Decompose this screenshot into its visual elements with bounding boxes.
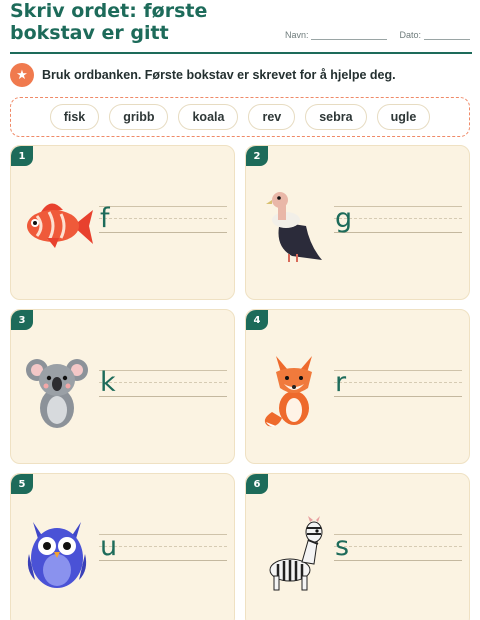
given-letter: g (335, 203, 353, 234)
writing-lines[interactable]: u (99, 531, 227, 564)
card-number-badge: 6 (246, 474, 268, 494)
word-chip[interactable]: rev (248, 104, 296, 130)
given-letter: r (335, 367, 347, 398)
given-letter: s (335, 531, 350, 562)
word-chip[interactable]: gribb (109, 104, 169, 130)
exercise-card: 2 g (245, 145, 470, 300)
word-chip[interactable]: ugle (376, 104, 431, 130)
writing-lines[interactable]: f (99, 203, 227, 236)
instruction-text: Bruk ordbanken. Første bokstav er skreve… (42, 68, 396, 82)
writing-lines[interactable]: g (334, 203, 462, 236)
word-bank: fisk gribb koala rev sebra ugle (10, 97, 470, 137)
exercise-card: 1 f (10, 145, 235, 300)
word-chip[interactable]: sebra (305, 104, 367, 130)
given-letter: u (100, 531, 118, 562)
owl-icon (27, 522, 87, 588)
zebra-icon (269, 516, 323, 591)
koala-icon (26, 359, 88, 428)
exercise-card: 3 k (10, 309, 235, 464)
card-number-badge: 1 (11, 146, 33, 166)
date-label: Dato: (399, 30, 421, 40)
name-field[interactable]: Navn: (285, 30, 388, 40)
exercise-card: 4 r (245, 309, 470, 464)
exercise-card: 6 s (245, 473, 470, 620)
page-title: Skriv ordet: første bokstav er gitt (10, 0, 208, 44)
fox-icon (264, 356, 312, 427)
card-number-badge: 2 (246, 146, 268, 166)
exercise-card: 5 u (10, 473, 235, 620)
name-date-fields: Navn: Dato: (285, 30, 470, 40)
card-number-badge: 3 (11, 310, 33, 330)
given-letter: f (100, 203, 110, 234)
word-chip[interactable]: fisk (49, 104, 100, 130)
writing-lines[interactable]: s (334, 531, 462, 564)
name-label: Navn: (284, 30, 309, 40)
given-letter: k (100, 367, 116, 398)
worksheet-header: Skriv ordet: første bokstav er gitt Navn… (10, 0, 472, 54)
vulture-icon (266, 192, 322, 262)
card-number-badge: 5 (11, 474, 33, 494)
fish-icon (27, 203, 93, 248)
writing-lines[interactable]: r (334, 367, 462, 400)
date-line[interactable] (424, 31, 470, 40)
card-number-badge: 4 (246, 310, 268, 330)
date-field[interactable]: Dato: (399, 30, 470, 40)
star-icon: ★ (10, 63, 34, 87)
writing-lines[interactable]: k (99, 367, 227, 400)
word-chip[interactable]: koala (178, 104, 239, 130)
name-line[interactable] (311, 31, 388, 40)
instruction: ★ Bruk ordbanken. Første bokstav er skre… (10, 63, 396, 87)
